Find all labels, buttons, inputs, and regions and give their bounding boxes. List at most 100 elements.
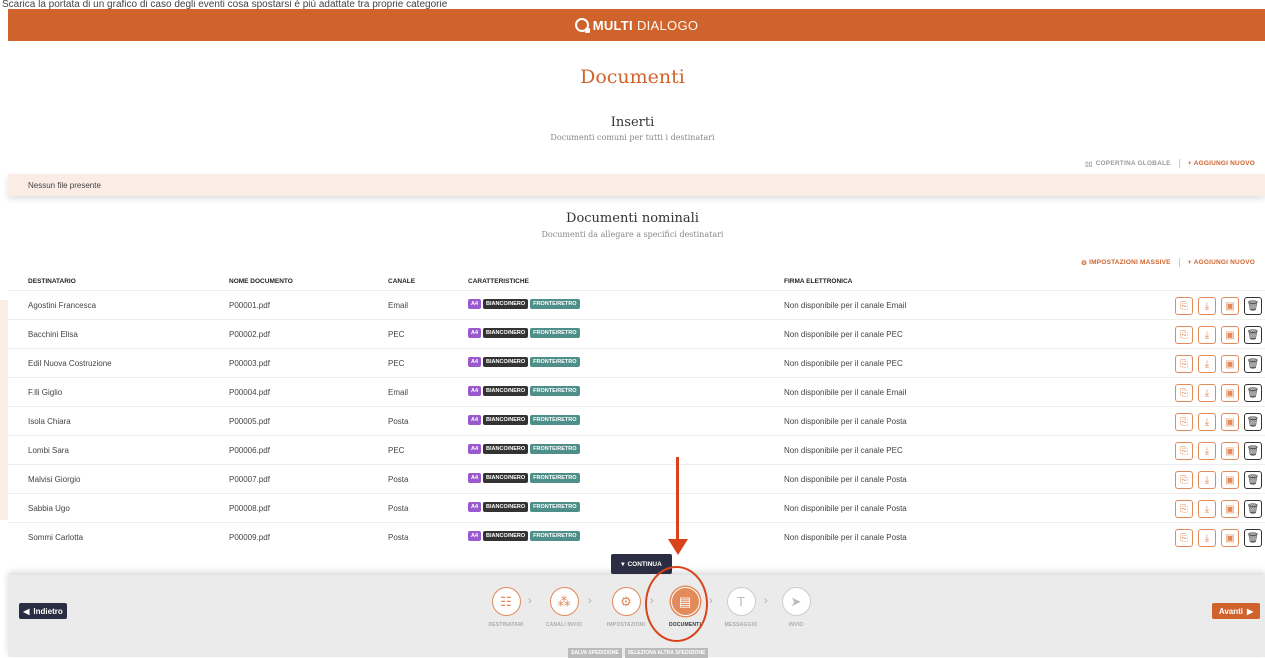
back-button[interactable]: ◀ Indietro <box>19 603 67 619</box>
preview-button[interactable]: ⎘ <box>1175 326 1193 344</box>
cell-canale: PEC <box>388 330 405 339</box>
row-actions: ⎘ ⤓ ▣ 🗑 <box>1175 442 1262 460</box>
download-button[interactable]: ⤓ <box>1198 471 1216 489</box>
delete-button[interactable]: 🗑 <box>1244 471 1262 489</box>
preview-button[interactable]: ⎘ <box>1175 384 1193 402</box>
badge-size: A4 <box>468 328 482 338</box>
download-icon: ⤓ <box>1204 387 1210 399</box>
cell-canale: Posta <box>388 475 409 484</box>
download-button[interactable]: ⤓ <box>1198 384 1216 402</box>
preview-button[interactable]: ⎘ <box>1175 297 1193 315</box>
download-icon: ⤓ <box>1204 329 1210 341</box>
file-icon: ▣ <box>1225 387 1235 399</box>
next-button[interactable]: Avanti ▶ <box>1212 603 1260 619</box>
cell-canale: Posta <box>388 504 409 513</box>
download-icon: ⤓ <box>1204 532 1210 544</box>
preview-icon: ⎘ <box>1180 416 1188 428</box>
row-actions: ⎘ ⤓ ▣ 🗑 <box>1175 413 1262 431</box>
trash-icon: 🗑 <box>1246 300 1260 312</box>
inserti-subtitle: Documenti comuni per tutti i destinatari <box>550 133 715 142</box>
share-icon: ⁂ <box>557 593 571 609</box>
download-button[interactable]: ⤓ <box>1198 297 1216 315</box>
delete-button[interactable]: 🗑 <box>1244 297 1262 315</box>
preview-button[interactable]: ⎘ <box>1175 500 1193 518</box>
add-insert-button[interactable]: + AGGIUNGI NUOVO <box>1188 160 1255 167</box>
arrow-right-icon: ▶ <box>1247 606 1254 616</box>
badge-size: A4 <box>468 473 482 483</box>
inserti-title: Inserti <box>610 115 655 130</box>
replace-button[interactable]: ▣ <box>1221 471 1239 489</box>
file-icon: ▣ <box>1225 474 1235 486</box>
download-icon: ⤓ <box>1204 358 1210 370</box>
preview-button[interactable]: ⎘ <box>1175 529 1193 547</box>
chevron-right-icon: › <box>528 595 532 607</box>
step-destinatari[interactable]: ☷ DESTINATARI <box>478 587 534 628</box>
download-button[interactable]: ⤓ <box>1198 326 1216 344</box>
preview-button[interactable]: ⎘ <box>1175 413 1193 431</box>
delete-button[interactable]: 🗑 <box>1244 413 1262 431</box>
row-actions: ⎘ ⤓ ▣ 🗑 <box>1175 326 1262 344</box>
badge-size: A4 <box>468 531 482 541</box>
badge-size: A4 <box>468 299 482 309</box>
download-button[interactable]: ⤓ <box>1198 442 1216 460</box>
cell-caratteristiche: A4 BIANCO/NERO FRONTE/RETRO <box>468 415 582 425</box>
badge-side: FRONTE/RETRO <box>530 328 580 338</box>
badge-color: BIANCO/NERO <box>483 299 529 309</box>
cell-canale: PEC <box>388 446 405 455</box>
replace-button[interactable]: ▣ <box>1221 500 1239 518</box>
replace-button[interactable]: ▣ <box>1221 297 1239 315</box>
preview-button[interactable]: ⎘ <box>1175 355 1193 373</box>
plus-icon: + <box>1187 160 1192 167</box>
delete-button[interactable]: 🗑 <box>1244 529 1262 547</box>
row-actions: ⎘ ⤓ ▣ 🗑 <box>1175 355 1262 373</box>
cell-caratteristiche: A4 BIANCO/NERO FRONTE/RETRO <box>468 328 582 338</box>
download-icon: ⤓ <box>1204 300 1210 312</box>
badge-side: FRONTE/RETRO <box>530 386 580 396</box>
replace-button[interactable]: ▣ <box>1221 529 1239 547</box>
table-row: Isola Chiara P00005.pdf Posta A4 BIANCO/N… <box>8 406 1265 435</box>
row-actions: ⎘ ⤓ ▣ 🗑 <box>1175 529 1262 547</box>
badge-size: A4 <box>468 386 482 396</box>
step-messaggio[interactable]: T MESSAGGIO <box>713 587 769 628</box>
footer-bar: ◀ Indietro ☷ DESTINATARI › ⁂ CANALI INVIO ›… <box>8 575 1265 658</box>
cell-destinatario: Agostini Francesca <box>28 301 97 310</box>
delete-button[interactable]: 🗑 <box>1244 384 1262 402</box>
download-button[interactable]: ⤓ <box>1198 529 1216 547</box>
table-row: F.lli Giglio P00004.pdf Email A4 BIANCO/N… <box>8 377 1265 406</box>
bulk-settings-button[interactable]: ⚙ IMPOSTAZIONI MASSIVE <box>1081 259 1171 267</box>
badge-size: A4 <box>468 415 482 425</box>
badge-side: FRONTE/RETRO <box>530 473 580 483</box>
preview-button[interactable]: ⎘ <box>1175 471 1193 489</box>
annotation-circle <box>645 566 708 642</box>
add-nominal-button[interactable]: + AGGIUNGI NUOVO <box>1188 259 1255 266</box>
preview-icon: ⎘ <box>1180 474 1188 486</box>
delete-button[interactable]: 🗑 <box>1244 355 1262 373</box>
cell-documento: P00005.pdf <box>229 417 270 426</box>
file-icon: ▣ <box>1225 445 1235 457</box>
cell-firma: Non disponibile per il canale PEC <box>784 359 903 368</box>
step-invio[interactable]: ➤ INVIO <box>768 587 824 628</box>
download-button[interactable]: ⤓ <box>1198 413 1216 431</box>
badge-side: FRONTE/RETRO <box>530 415 580 425</box>
delete-button[interactable]: 🗑 <box>1244 326 1262 344</box>
cover-global-button[interactable]: ▯▯ COPERTINA GLOBALE <box>1085 160 1171 168</box>
badge-side: FRONTE/RETRO <box>530 444 580 454</box>
badge-color: BIANCO/NERO <box>483 357 529 367</box>
cell-firma: Non disponibile per il canale PEC <box>784 330 903 339</box>
replace-button[interactable]: ▣ <box>1221 442 1239 460</box>
badge-color: BIANCO/NERO <box>483 415 529 425</box>
download-button[interactable]: ⤓ <box>1198 355 1216 373</box>
step-canali-invio[interactable]: ⁂ CANALI INVIO <box>536 587 592 628</box>
preview-button[interactable]: ⎘ <box>1175 442 1193 460</box>
replace-button[interactable]: ▣ <box>1221 413 1239 431</box>
arrow-left-icon: ◀ <box>23 606 30 616</box>
download-button[interactable]: ⤓ <box>1198 500 1216 518</box>
cell-firma: Non disponibile per il canale Posta <box>784 504 907 513</box>
replace-button[interactable]: ▣ <box>1221 326 1239 344</box>
replace-button[interactable]: ▣ <box>1221 384 1239 402</box>
cell-documento: P00007.pdf <box>229 475 270 484</box>
delete-button[interactable]: 🗑 <box>1244 500 1262 518</box>
cell-caratteristiche: A4 BIANCO/NERO FRONTE/RETRO <box>468 502 582 512</box>
replace-button[interactable]: ▣ <box>1221 355 1239 373</box>
delete-button[interactable]: 🗑 <box>1244 442 1262 460</box>
